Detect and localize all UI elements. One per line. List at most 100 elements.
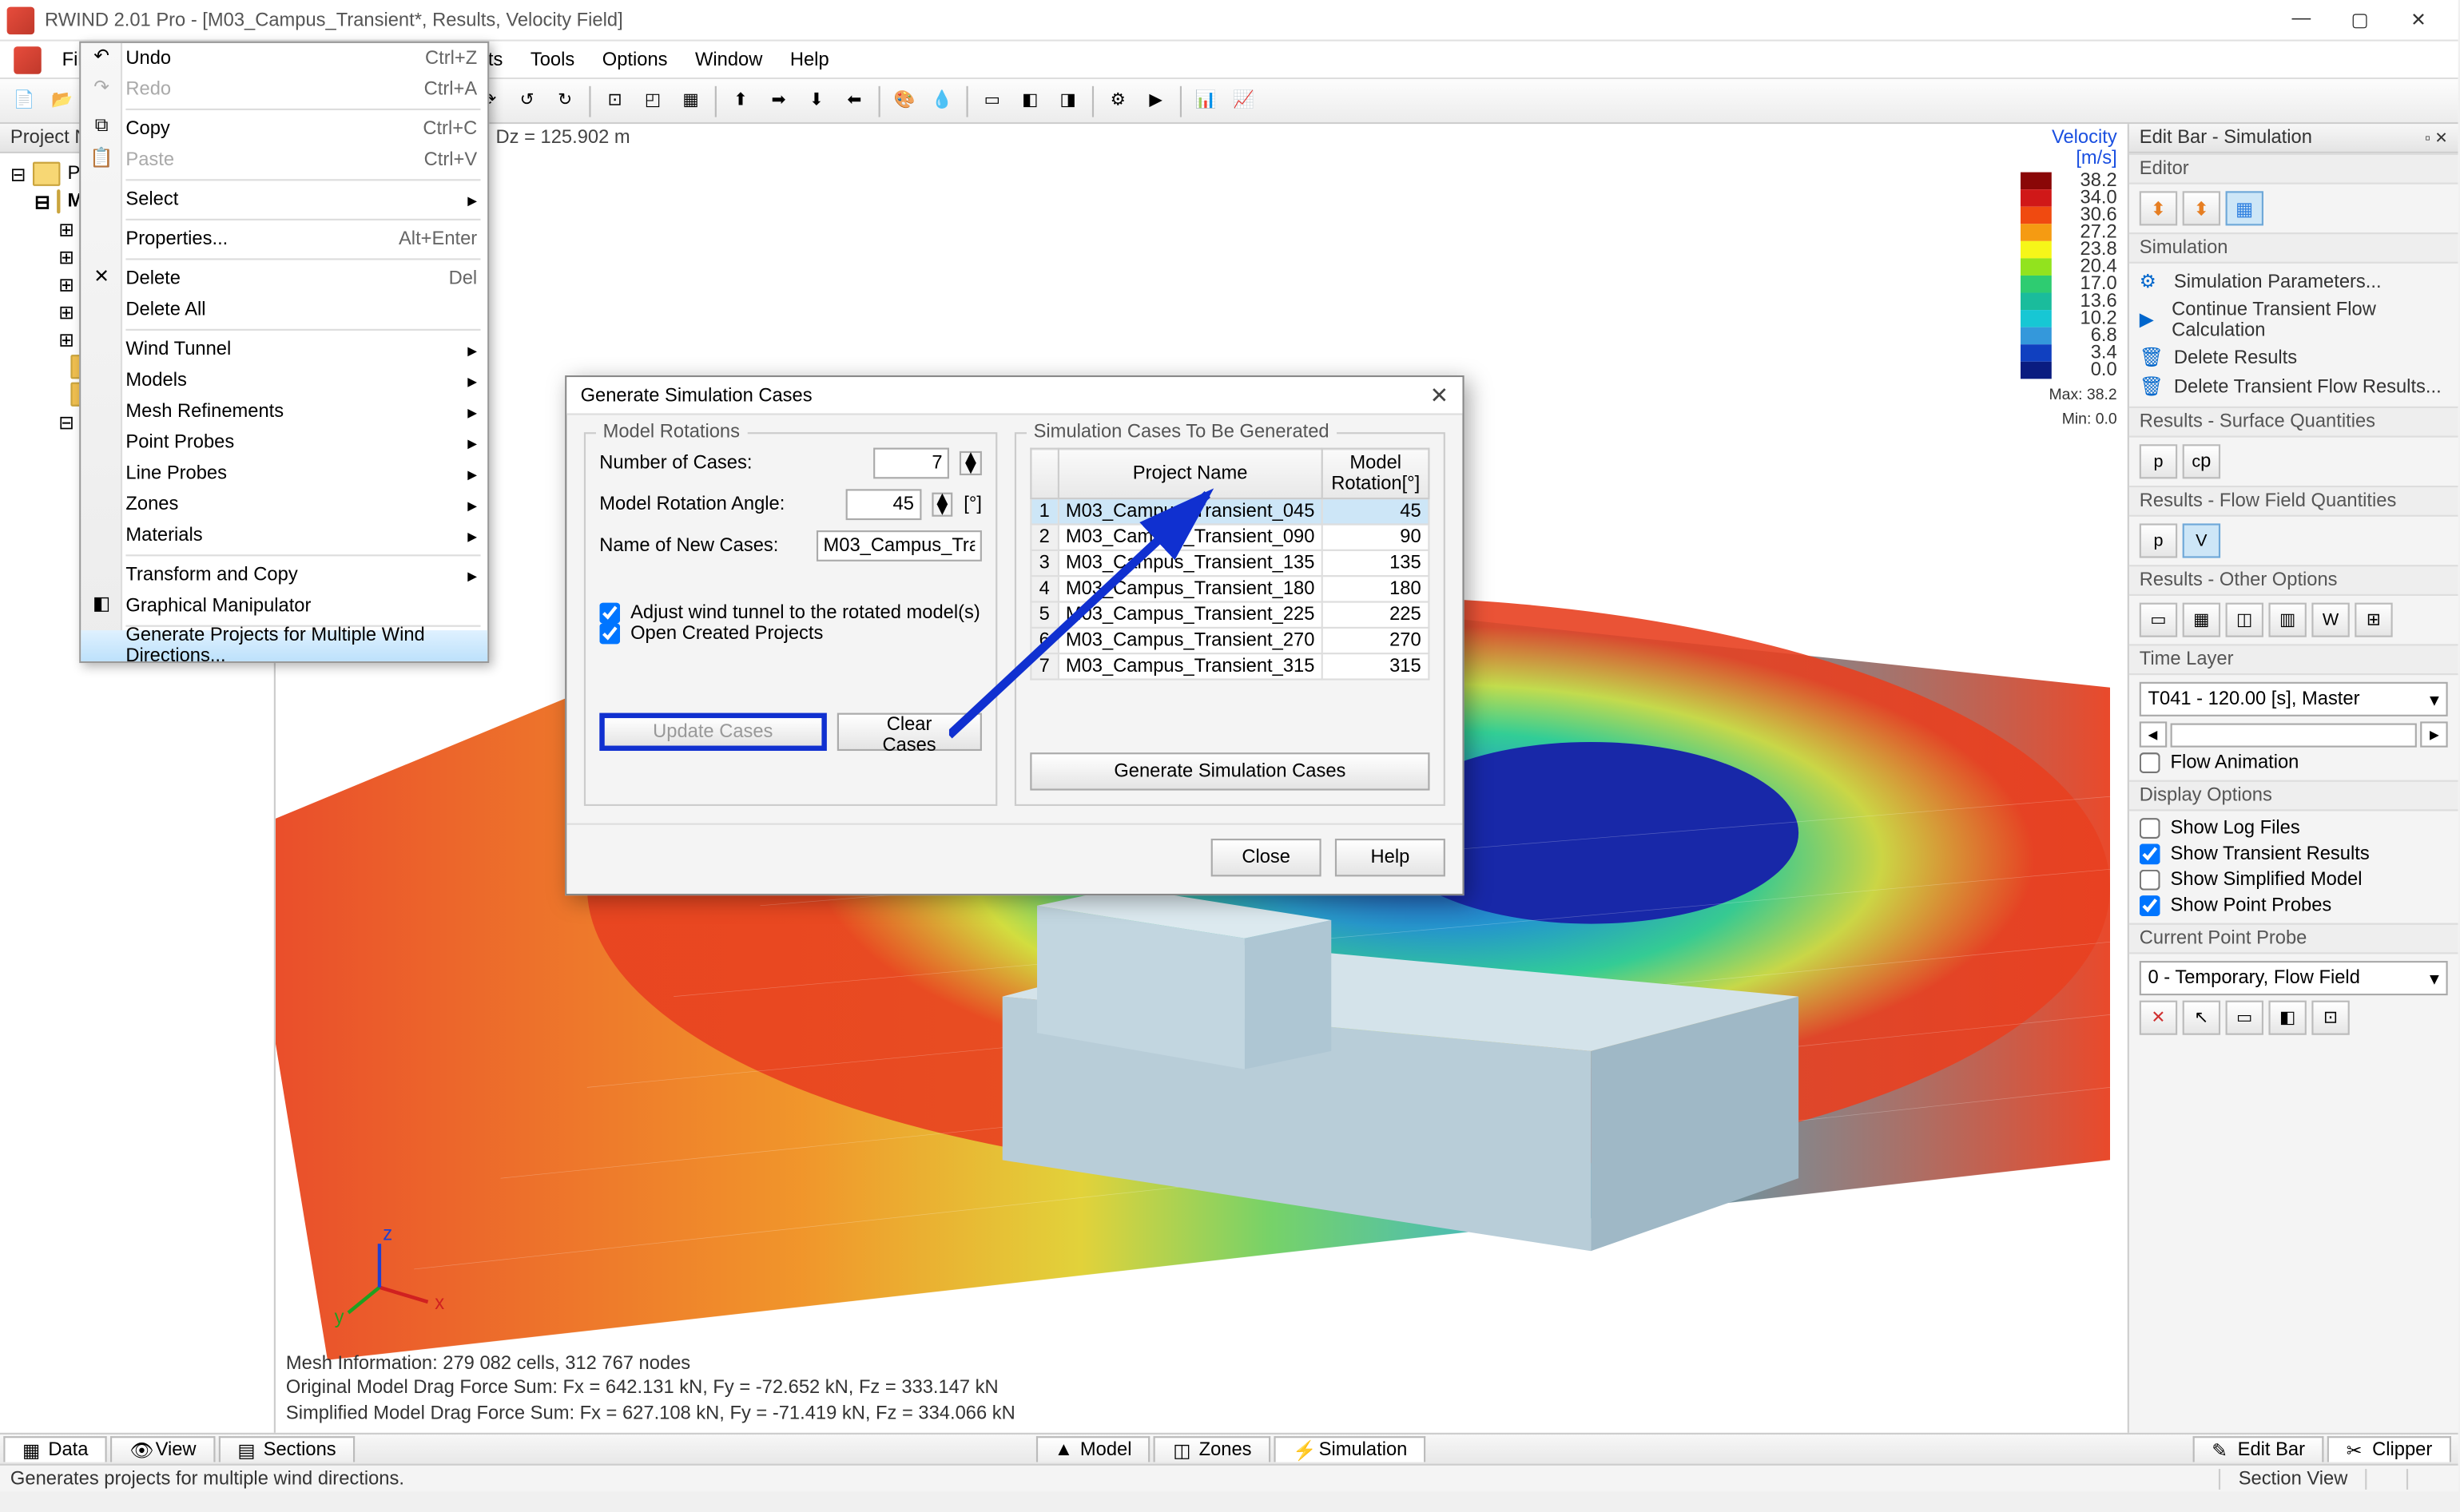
sim-link-0[interactable]: ⚙Simulation Parameters... [2140, 270, 2448, 294]
tab-edit-bar[interactable]: ✎Edit Bar [2193, 1436, 2324, 1462]
display-opt-0[interactable] [2140, 818, 2160, 839]
probe-b2[interactable]: ↖ [2183, 1001, 2220, 1035]
menu-tools[interactable]: Tools [517, 46, 589, 73]
dialog-close-button[interactable]: Close [1211, 839, 1321, 876]
adjust-checkbox[interactable] [599, 603, 620, 624]
probe-del[interactable]: ✕ [2140, 1001, 2177, 1035]
time-next[interactable]: ▸ [2421, 721, 2447, 747]
editor-btn-2[interactable]: ⬍ [2183, 191, 2220, 225]
toolbar-btn-29[interactable]: 💧 [925, 84, 960, 118]
tab-simulation[interactable]: ⚡Simulation [1274, 1436, 1427, 1462]
edit-menu-zones[interactable]: Zones▸ [81, 489, 487, 520]
display-opt-2[interactable] [2140, 870, 2160, 891]
other-btn-3[interactable]: ◫ [2226, 603, 2263, 637]
surf-p-button[interactable]: p [2140, 444, 2177, 478]
toolbar-btn-23[interactable]: ⬆ [724, 84, 758, 118]
3d-viewport[interactable]: .069 m, Dy = 287.804 m, Dz = 125.902 m [276, 124, 2128, 1433]
toolbar-btn-35[interactable]: ⚙ [1101, 84, 1135, 118]
open-label: Open Created Projects [630, 623, 823, 644]
toolbar-btn-32[interactable]: ◧ [1013, 84, 1047, 118]
edit-menu-select[interactable]: Select▸ [81, 185, 487, 216]
sim-link-1[interactable]: ▶Continue Transient Flow Calculation [2140, 300, 2448, 341]
other-btn-4[interactable]: ▥ [2268, 603, 2306, 637]
edit-menu-point-probes[interactable]: Point Probes▸ [81, 427, 487, 458]
edit-menu-redo: ↷RedoCtrl+A [81, 74, 487, 105]
edit-menu-generate-projects-for-multiple-wind-directions-[interactable]: Generate Projects for Multiple Wind Dire… [81, 630, 487, 661]
toolbar-btn-38[interactable]: 📊 [1189, 84, 1223, 118]
other-btn-2[interactable]: ▦ [2183, 603, 2220, 637]
toolbar-btn-26[interactable]: ⬅ [837, 84, 872, 118]
generate-cases-dialog: Generate Simulation Cases ✕ Model Rotati… [565, 375, 1464, 895]
sim-link-2[interactable]: 🗑Delete Results [2140, 346, 2448, 370]
probe-b3[interactable]: ▭ [2226, 1001, 2263, 1035]
menu-options[interactable]: Options [589, 46, 682, 73]
toolbar-btn-20[interactable]: ◰ [636, 84, 670, 118]
edit-menu-graphical-manipulator[interactable]: ◧Graphical Manipulator [81, 591, 487, 622]
tab-clipper[interactable]: ✂Clipper [2327, 1436, 2451, 1462]
flow-p-button[interactable]: p [2140, 523, 2177, 558]
edit-menu-properties-[interactable]: Properties...Alt+Enter [81, 224, 487, 255]
toolbar-btn-31[interactable]: ▭ [975, 84, 1009, 118]
display-opt-3[interactable] [2140, 895, 2160, 916]
dialog-close-icon[interactable]: ✕ [1430, 382, 1449, 409]
editor-btn-1[interactable]: ⬍ [2140, 191, 2177, 225]
close-button[interactable]: ✕ [2399, 9, 2437, 31]
menu-help[interactable]: Help [777, 46, 843, 73]
editor-btn-3[interactable]: ▦ [2226, 191, 2263, 225]
toolbar-btn-39[interactable]: 📈 [1226, 84, 1261, 118]
toolbar-btn-0[interactable]: 📄 [7, 84, 42, 118]
time-prev[interactable]: ◂ [2140, 721, 2166, 747]
flow-anim-checkbox[interactable] [2140, 752, 2160, 773]
edit-menu-copy[interactable]: ⧉CopyCtrl+C [81, 113, 487, 145]
toolbar-btn-28[interactable]: 🎨 [887, 84, 921, 118]
tab-view[interactable]: 👁View [111, 1436, 216, 1462]
flow-v-button[interactable]: V [2183, 523, 2220, 558]
edit-menu-wind-tunnel[interactable]: Wind Tunnel▸ [81, 334, 487, 365]
doc-icon [14, 46, 41, 73]
dialog-title: Generate Simulation Cases [581, 385, 813, 406]
probe-b5[interactable]: ⊡ [2311, 1001, 2349, 1035]
toolbar-btn-16[interactable]: ↺ [510, 84, 544, 118]
other-btn-6[interactable]: ⊞ [2355, 603, 2392, 637]
edit-menu-delete-all[interactable]: Delete All [81, 295, 487, 326]
edit-bar-panel: Edit Bar - Simulation ▫ ✕ Editor ⬍ ⬍ ▦ S… [2128, 124, 2458, 1433]
edit-menu-mesh-refinements[interactable]: Mesh Refinements▸ [81, 396, 487, 427]
toolbar-btn-33[interactable]: ◨ [1051, 84, 1085, 118]
menu-window[interactable]: Window [682, 46, 777, 73]
maximize-button[interactable]: ▢ [2341, 9, 2379, 31]
toolbar-btn-1[interactable]: 📂 [45, 84, 79, 118]
open-checkbox[interactable] [599, 623, 620, 644]
dialog-help-button[interactable]: Help [1335, 839, 1445, 876]
color-legend: Velocity [m/s] 38.234.030.627.223.820.41… [2021, 128, 2117, 427]
tab-model[interactable]: ▲Model [1035, 1436, 1151, 1462]
tab-zones[interactable]: ◫Zones [1154, 1436, 1271, 1462]
sim-link-3[interactable]: 🗑Delete Transient Flow Results... [2140, 375, 2448, 399]
probe-b4[interactable]: ◧ [2268, 1001, 2306, 1035]
toolbar-btn-17[interactable]: ↻ [548, 84, 582, 118]
display-opt-1[interactable] [2140, 843, 2160, 864]
edit-menu-models[interactable]: Models▸ [81, 365, 487, 396]
surf-cp-button[interactable]: cp [2183, 444, 2220, 478]
edit-menu-undo[interactable]: ↶UndoCtrl+Z [81, 43, 487, 74]
update-cases-button[interactable]: Update Cases [599, 713, 826, 751]
toolbar-btn-24[interactable]: ➡ [761, 84, 796, 118]
edit-menu-line-probes[interactable]: Line Probes▸ [81, 458, 487, 489]
rot-angle-input[interactable] [845, 489, 921, 520]
other-btn-5[interactable]: W [2311, 603, 2349, 637]
tab-data[interactable]: ▦Data [3, 1436, 107, 1462]
edit-menu-delete[interactable]: ✕DeleteDel [81, 264, 487, 295]
tab-sections[interactable]: ▤Sections [219, 1436, 356, 1462]
time-layer-combo[interactable]: T041 - 120.00 [s], Master▾ [2140, 682, 2448, 716]
viewport-bottom-info: Mesh Information: 279 082 cells, 312 767… [286, 1352, 1015, 1426]
toolbar-btn-25[interactable]: ⬇ [799, 84, 833, 118]
minimize-button[interactable]: — [2283, 9, 2320, 31]
toolbar-btn-36[interactable]: ▶ [1139, 84, 1173, 118]
num-cases-input[interactable] [873, 448, 949, 479]
edit-menu-transform-and-copy[interactable]: Transform and Copy▸ [81, 560, 487, 591]
toolbar-btn-19[interactable]: ⊡ [598, 84, 632, 118]
svg-text:x: x [435, 1292, 444, 1315]
probe-combo[interactable]: 0 - Temporary, Flow Field▾ [2140, 961, 2448, 995]
edit-menu-materials[interactable]: Materials▸ [81, 520, 487, 551]
other-btn-1[interactable]: ▭ [2140, 603, 2177, 637]
toolbar-btn-21[interactable]: ▦ [674, 84, 708, 118]
